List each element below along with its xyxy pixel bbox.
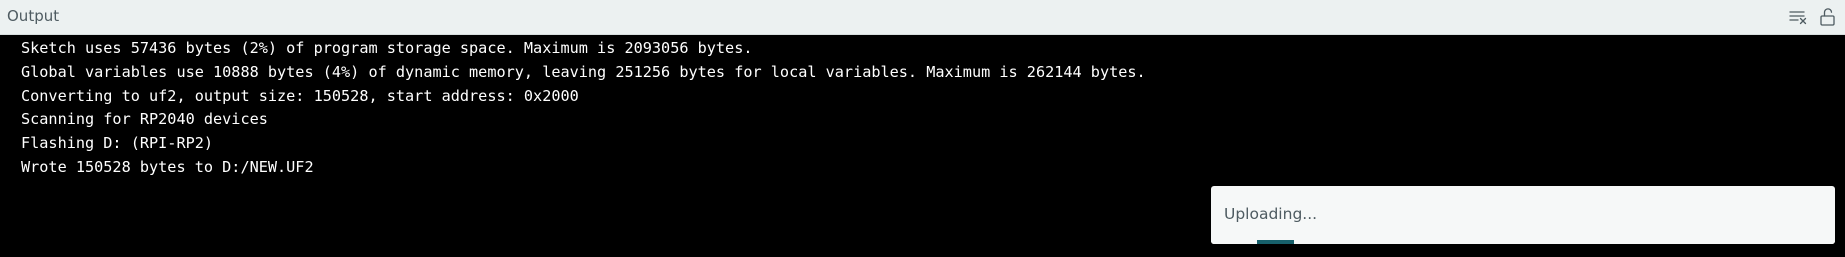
console-line: Converting to uf2, output size: 150528, … (21, 86, 579, 105)
upload-notification: Uploading... (1211, 186, 1835, 244)
unlock-icon[interactable] (1818, 7, 1838, 27)
console-line: Scanning for RP2040 devices (21, 110, 268, 129)
console-line: Wrote 150528 bytes to D:/NEW.UF2 (21, 157, 314, 176)
console-line: Global variables use 10888 bytes (4%) of… (21, 62, 1146, 81)
progress-bar-fill (1257, 240, 1294, 244)
console-line: Flashing D: (RPI-RP2) (21, 134, 214, 153)
notification-message: Uploading... (1224, 205, 1318, 223)
output-panel-header: Output (0, 0, 1845, 35)
panel-title: Output (7, 7, 60, 25)
console-line: Sketch uses 57436 bytes (2%) of program … (21, 39, 753, 57)
clear-output-icon[interactable] (1788, 7, 1808, 27)
console-lines: Sketch uses 57436 bytes (2%) of program … (21, 37, 1146, 180)
progress-bar (1211, 240, 1835, 244)
